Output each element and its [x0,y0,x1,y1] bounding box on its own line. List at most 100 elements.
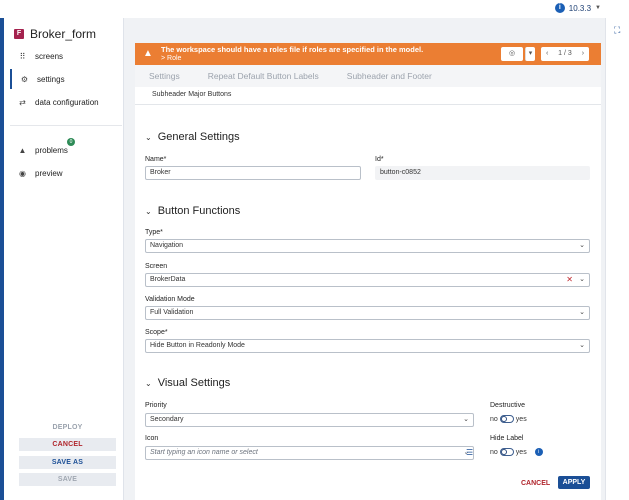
cancel-button[interactable]: CANCEL [19,438,116,451]
scope-label: Scope* [145,329,168,336]
chevron-down-icon: ⌄ [145,206,152,216]
name-value: Broker [150,169,171,176]
accent-edge [0,18,4,500]
priority-label: Priority [145,402,167,409]
scope-select[interactable]: Hide Button in Readonly Mode ⌄ [145,339,590,353]
list-icon[interactable]: ☰ [466,448,473,457]
chevron-down-icon: ⌄ [579,242,585,249]
chevron-down-icon: ⌄ [145,132,152,142]
nav-item-settings[interactable]: ⚙ settings [10,69,123,89]
id-field: button-c0852 [375,166,590,180]
version-menu[interactable]: i 10.3.3 ▼ [554,3,601,13]
info-icon: i [554,3,565,13]
screen-select[interactable]: BrokerData ✕ ⌄ [145,273,590,287]
banner-link[interactable]: > Role [161,55,181,62]
warning-icon: ▲ [143,48,153,59]
section-title: General Settings [157,131,240,143]
screen-label: Screen [145,263,168,270]
warning-banner: ▲ The workspace should have a roles file… [135,43,601,65]
subheader-title: Subheader Major Buttons [152,91,232,98]
nav-label: data configuration [35,97,99,107]
tab-subheader-and-footer[interactable]: Subheader and Footer [333,71,446,81]
nav-divider [10,125,122,126]
destructive-toggle[interactable]: no yes [490,415,527,423]
version-label: 10.3.3 [568,3,592,13]
section-title: Button Functions [157,205,241,217]
app-name: Broker_form [30,27,97,41]
clear-icon[interactable]: ✕ [566,274,573,286]
apply-button[interactable]: APPLY [558,476,590,489]
toggle-switch[interactable] [499,415,514,423]
icon-search-input[interactable]: Start typing an icon name or select ⌄ [145,446,474,460]
visual-settings-header[interactable]: ⌄ Visual Settings [145,377,230,389]
nav-item-preview[interactable]: ◉ preview [10,163,123,183]
toggle-knob [500,416,507,422]
banner-message: The workspace should have a roles file i… [161,45,424,54]
tab-repeat-default-button-labels[interactable]: Repeat Default Button Labels [194,71,333,81]
target-icon[interactable]: ◎ [501,47,523,61]
pager-label: 1 / 3 [558,50,572,57]
priority-value: Secondary [150,416,184,423]
gear-icon: ⚙ [20,74,29,84]
toggle-no-label: no [490,415,498,423]
info-icon[interactable]: i [534,448,543,456]
nav-item-screens[interactable]: ⠿ screens [10,46,123,66]
validation-mode-select[interactable]: Full Validation ⌄ [145,306,590,320]
left-navigation: F Broker_form ⠿ screens ⚙ settings ⇄ dat… [0,18,124,500]
swap-arrows-icon: ⇄ [19,97,26,107]
general-settings-header[interactable]: ⌄ General Settings [145,131,240,143]
subheader: Subheader Major Buttons [135,87,601,105]
type-label: Type* [145,229,163,236]
chevron-down-icon: ⌄ [145,378,152,388]
nav-label: settings [37,74,65,84]
chevron-down-icon: ⌄ [579,276,585,283]
name-field[interactable]: Broker [145,166,361,180]
id-value: button-c0852 [380,169,421,176]
nav-item-problems[interactable]: ▲ problems 0 [10,138,123,160]
form-badge-icon: F [14,29,24,39]
toggle-knob [500,449,507,455]
screen-value: BrokerData [150,276,186,283]
top-bar: i 10.3.3 ▼ [0,0,629,18]
validation-value: Full Validation [150,309,194,316]
toggle-no-label: no [490,448,498,456]
toggle-switch[interactable] [499,448,514,456]
tab-settings[interactable]: Settings [135,71,194,81]
screens-icon: ⠿ [19,51,26,61]
deploy-button[interactable]: DEPLOY [19,421,116,434]
chevron-down-icon: ⌄ [463,416,469,423]
button-functions-header[interactable]: ⌄ Button Functions [145,205,240,217]
chevron-down-icon: ▼ [595,5,601,11]
warning-icon: ▲ [18,145,27,155]
save-as-button[interactable]: SAVE AS [19,456,116,469]
hide-label-toggle[interactable]: no yes i [490,448,543,456]
destructive-label: Destructive [490,402,526,409]
section-title: Visual Settings [157,377,231,389]
nav-item-data-configuration[interactable]: ⇄ data configuration [10,92,123,112]
nav-label: preview [35,168,63,178]
banner-pager: ‹ 1 / 3 › [541,47,589,61]
save-button[interactable]: SAVE [19,473,116,486]
name-label: Name* [145,156,167,163]
eye-icon: ◉ [19,168,26,178]
priority-select[interactable]: Secondary ⌄ [145,413,474,427]
problems-count-badge: 0 [67,138,75,146]
right-panel-strip: ⛶ [605,18,629,500]
next-icon[interactable]: › [582,47,584,61]
expand-icon[interactable]: ⛶ [614,26,623,35]
nav-label: screens [35,51,64,61]
prev-icon[interactable]: ‹ [546,47,548,61]
tab-bar: Settings Repeat Default Button Labels Su… [135,65,601,87]
toggle-yes-label: yes [515,448,527,456]
chevron-down-icon[interactable]: ▾ [525,47,535,61]
type-select[interactable]: Navigation ⌄ [145,239,590,253]
validation-mode-label: Validation Mode [145,296,195,303]
chevron-down-icon: ⌄ [579,342,585,349]
chevron-down-icon: ⌄ [579,309,585,316]
hide-label-label: Hide Label [490,435,524,442]
footer-cancel-button[interactable]: CANCEL [521,480,550,487]
nav-label: problems [35,145,68,155]
scope-value: Hide Button in Readonly Mode [150,342,245,349]
id-label: Id* [375,156,384,163]
toggle-yes-label: yes [515,415,527,423]
